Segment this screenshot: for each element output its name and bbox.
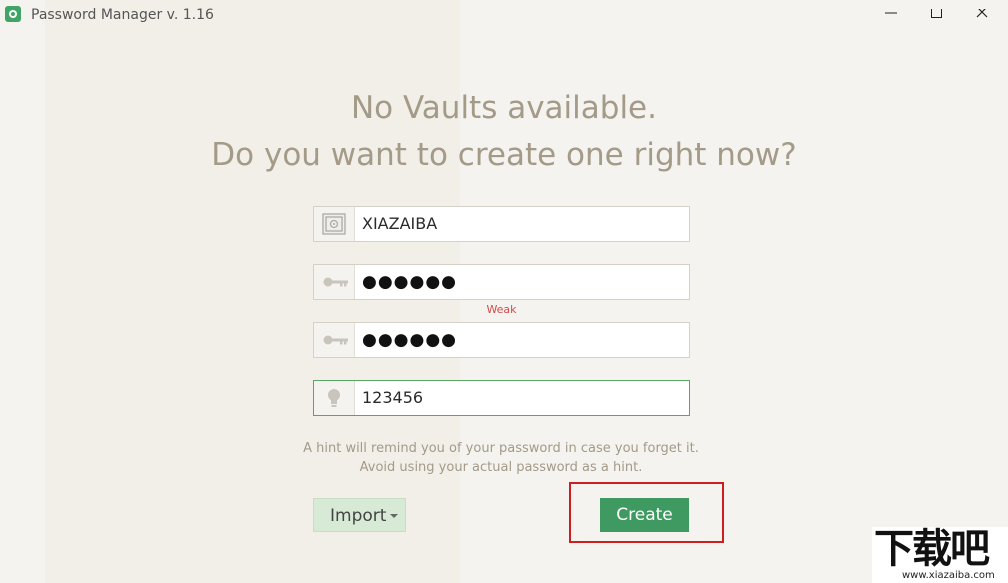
window-edge [1003, 0, 1008, 583]
watermark-url: www.xiazaiba.com [902, 570, 995, 581]
vault-name-field[interactable]: XIAZAIBA [313, 206, 690, 242]
maximize-icon [931, 9, 942, 18]
window-title: Password Manager v. 1.16 [31, 7, 214, 23]
minimize-button[interactable] [868, 0, 914, 30]
password-hint-value: 123456 [362, 388, 424, 407]
password-value: ●●●●●● [362, 272, 458, 292]
heading-line-1: No Vaults available. [350, 90, 657, 126]
create-button[interactable]: Create [600, 498, 689, 532]
minimize-icon [885, 12, 897, 14]
vault-name-value: XIAZAIBA [362, 214, 438, 233]
hint-help-line-2: Avoid using your actual password as a hi… [359, 460, 643, 475]
import-button-label: Import [330, 506, 387, 526]
watermark-text: 下载吧 [874, 526, 990, 572]
password-field[interactable]: ●●●●●● [313, 264, 690, 300]
hint-help-line-1: A hint will remind you of your password … [303, 441, 699, 456]
close-button[interactable] [960, 0, 1006, 30]
chevron-down-icon [390, 514, 398, 518]
lightbulb-icon [314, 381, 355, 415]
confirm-password-field[interactable]: ●●●●●● [313, 322, 690, 358]
close-icon [976, 9, 988, 18]
heading-line-2: Do you want to create one right now? [211, 137, 797, 173]
hint-help-text: A hint will remind you of your password … [0, 439, 1002, 477]
password-strength-label: Weak [486, 303, 517, 316]
password-hint-field[interactable]: 123456 [313, 380, 690, 416]
safe-icon [314, 207, 355, 241]
maximize-button[interactable] [914, 0, 960, 30]
title-bar: Password Manager v. 1.16 [0, 0, 1008, 30]
import-button[interactable]: Import [313, 498, 406, 532]
key-icon [314, 265, 355, 299]
key-icon [314, 323, 355, 357]
watermark-logo: 下载吧 www.xiazaiba.com [872, 527, 1008, 583]
confirm-password-value: ●●●●●● [362, 330, 458, 350]
app-logo-icon [5, 6, 21, 22]
